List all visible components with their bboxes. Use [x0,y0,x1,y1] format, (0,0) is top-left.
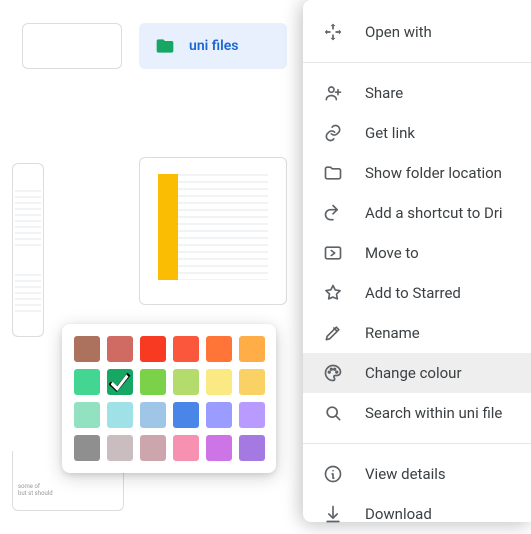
menu-item-label: Get link [365,124,415,142]
menu-separator [303,62,531,63]
thumbnail-text: some ofbut st should [18,484,53,497]
menu-item-label: Change colour [365,364,462,382]
doc-thumbnail[interactable] [12,163,44,337]
menu-item-label: Search within uni file [365,404,502,422]
person-add-icon [323,83,343,103]
color-swatch[interactable] [206,435,232,461]
open-with-icon [323,22,343,42]
menu-item-label: Add to Starred [365,284,461,302]
menu-item-label: Share [365,84,403,102]
color-swatch[interactable] [74,435,100,461]
menu-item-open-with[interactable]: Open with [303,12,531,52]
color-swatch[interactable] [239,369,265,395]
color-swatch[interactable] [206,336,232,362]
search-icon [323,403,343,423]
color-swatch[interactable] [173,336,199,362]
color-swatch[interactable] [173,402,199,428]
color-picker [62,324,276,473]
sheet-thumbnail[interactable] [139,157,287,305]
color-swatch[interactable] [140,435,166,461]
menu-item-label: Add a shortcut to Dri [365,204,503,222]
menu-item-search-within[interactable]: Search within uni file [303,393,531,433]
color-swatch[interactable] [140,402,166,428]
menu-item-label: Download [365,505,432,523]
color-swatch[interactable] [140,369,166,395]
context-menu: Open with Share Get link Show folder locati… [303,0,531,522]
menu-item-add-starred[interactable]: Add to Starred [303,273,531,313]
folder-chip-placeholder [22,23,122,69]
color-swatch[interactable] [107,435,133,461]
menu-item-download[interactable]: Download [303,494,531,534]
download-icon [323,504,343,524]
color-swatch[interactable] [173,435,199,461]
menu-item-view-details[interactable]: View details [303,454,531,494]
folder-icon [155,36,175,56]
color-swatch[interactable] [74,369,100,395]
menu-item-share[interactable]: Share [303,73,531,113]
menu-item-show-location[interactable]: Show folder location [303,153,531,193]
menu-item-rename[interactable]: Rename [303,313,531,353]
color-swatch[interactable] [239,435,265,461]
color-swatch[interactable] [173,369,199,395]
menu-item-add-shortcut[interactable]: Add a shortcut to Dri [303,193,531,233]
color-swatch[interactable] [239,336,265,362]
menu-item-label: Rename [365,324,420,342]
color-swatch[interactable] [140,336,166,362]
menu-item-label: Show folder location [365,164,502,182]
folder-outline-icon [323,163,343,183]
color-swatch[interactable] [239,402,265,428]
color-swatch[interactable] [206,402,232,428]
color-swatch[interactable] [206,369,232,395]
star-icon [323,283,343,303]
menu-separator [303,443,531,444]
color-swatch[interactable] [107,369,133,395]
menu-item-change-colour[interactable]: Change colour [303,353,531,393]
folder-chip-label: uni files [189,38,238,54]
shortcut-icon [323,203,343,223]
main-area: uni files some ofbut st should Open with… [0,0,531,522]
menu-item-move-to[interactable]: Move to [303,233,531,273]
folder-chip-selected[interactable]: uni files [139,23,287,69]
link-icon [323,123,343,143]
color-swatch[interactable] [74,402,100,428]
color-swatch[interactable] [74,336,100,362]
menu-item-label: Move to [365,244,419,262]
move-icon [323,243,343,263]
color-swatch[interactable] [107,336,133,362]
rename-icon [323,323,343,343]
palette-icon [323,363,343,383]
menu-item-label: Open with [365,23,432,41]
info-icon [323,464,343,484]
color-swatch[interactable] [107,402,133,428]
menu-item-get-link[interactable]: Get link [303,113,531,153]
menu-item-label: View details [365,465,446,483]
